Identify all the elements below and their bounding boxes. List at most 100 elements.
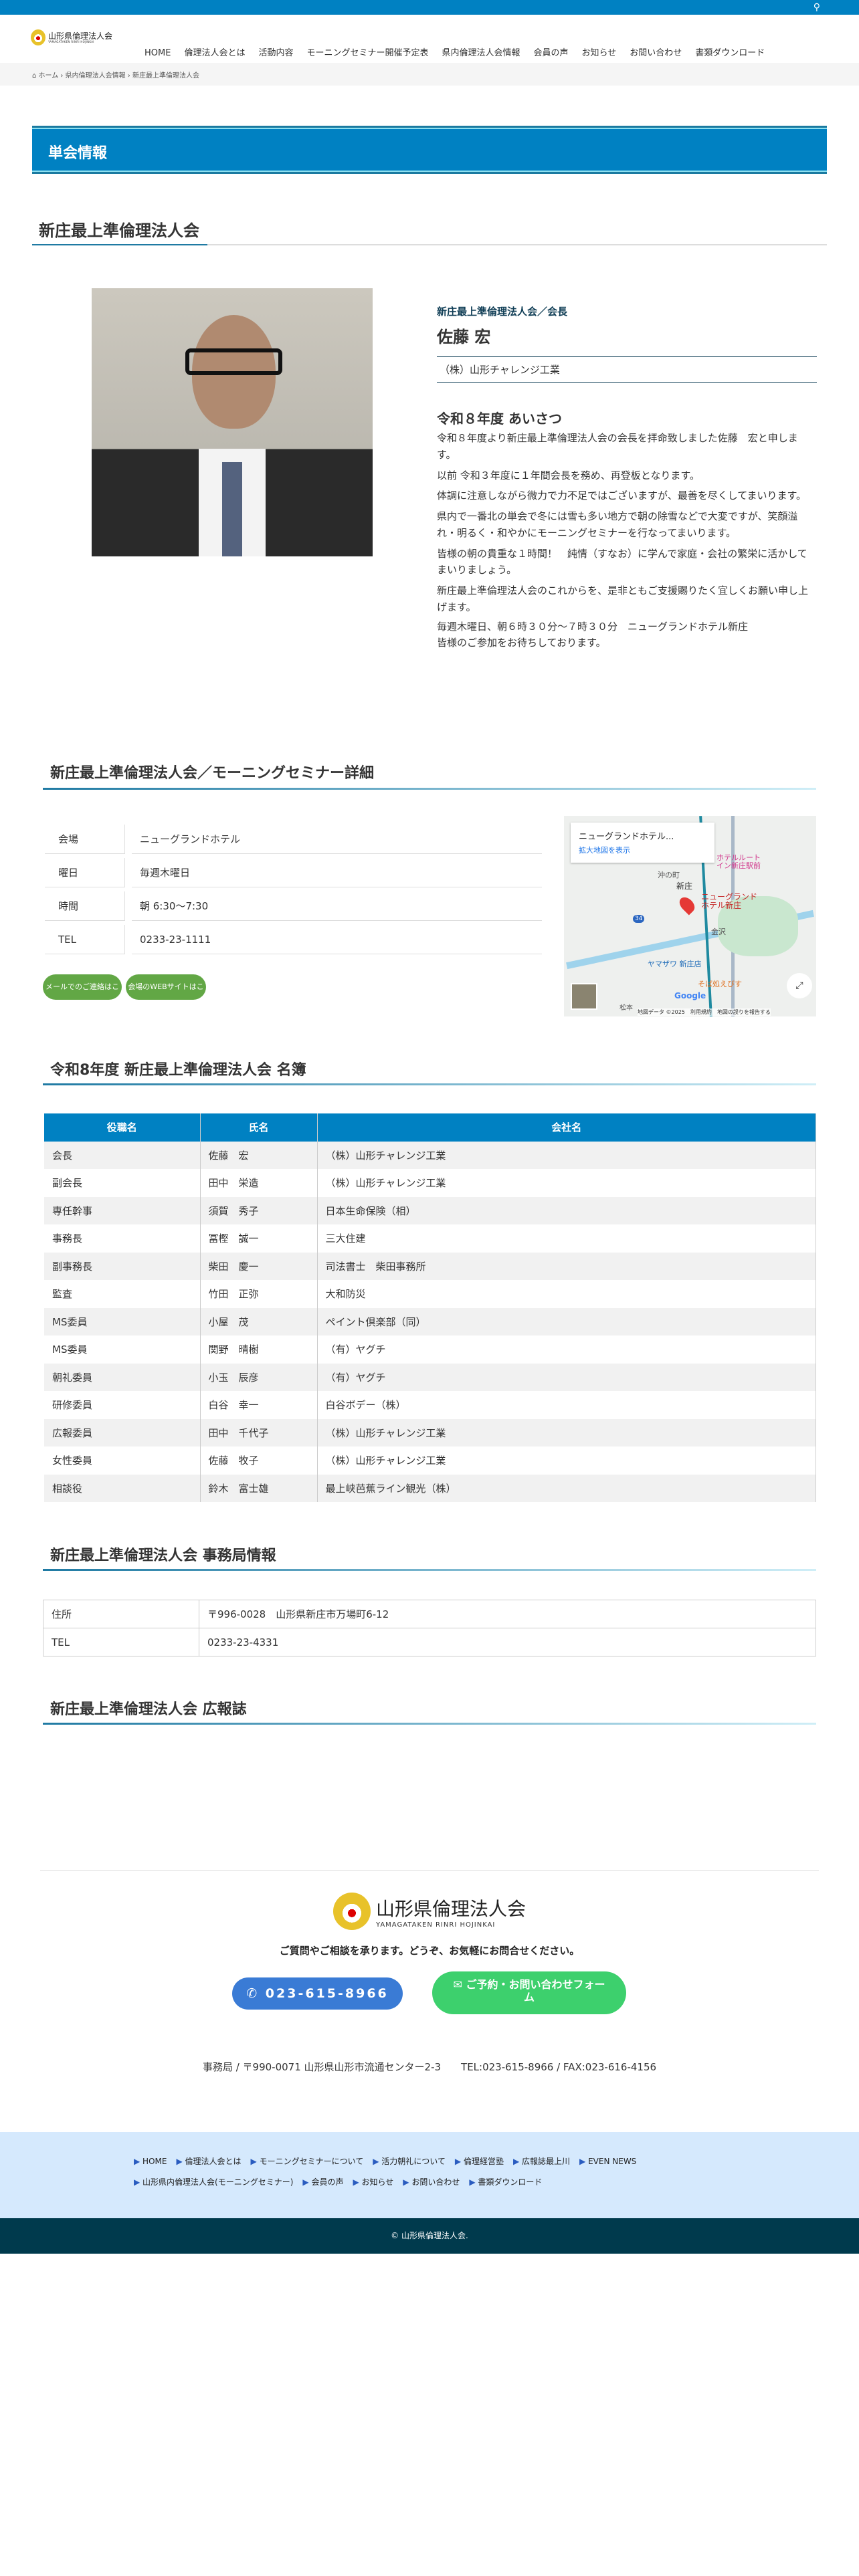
- breadcrumb-prefecture[interactable]: 県内倫理法人会情報: [66, 72, 126, 80]
- cell-name: 小屋 茂: [200, 1307, 318, 1335]
- footer-nav-link[interactable]: ▶ 倫理法人会とは: [176, 2157, 241, 2166]
- footer-logo-subtext: YAMAGATAKEN RINRI HOJINKAI: [376, 1921, 496, 1929]
- magazine-title: 新庄最上準倫理法人会 広報誌: [50, 1701, 247, 1718]
- footer-nav-link[interactable]: ▶ HOME: [134, 2157, 167, 2166]
- contact-form-button[interactable]: ✉ ご予約・お問い合わせフォーム: [432, 1971, 626, 2014]
- triangle-right-icon: ▶: [512, 2157, 522, 2166]
- footer-nav-link[interactable]: ▶ 書類ダウンロード: [469, 2177, 542, 2187]
- triangle-right-icon: ▶: [353, 2177, 362, 2187]
- footer-nav-link[interactable]: ▶ モーニングセミナーについて: [251, 2157, 364, 2166]
- emblem-icon: [31, 29, 45, 45]
- cell-company: （株）山形チャレンジ工業: [317, 1418, 816, 1446]
- phone-icon: ✆: [246, 1986, 260, 2001]
- column-header: 氏名: [200, 1113, 318, 1142]
- footer-nav-label: 活力朝礼について: [381, 2157, 446, 2166]
- cell-name: 竹田 正弥: [200, 1280, 318, 1308]
- footer-nav-link[interactable]: ▶ EVEN NEWS: [579, 2157, 636, 2166]
- footer-nav-link[interactable]: ▶ 山形県内倫理法人会(モーニングセミナー): [134, 2177, 293, 2187]
- cell-name: 佐藤 牧子: [200, 1446, 318, 1475]
- logo-text: 山形県倫理法人会: [48, 31, 113, 41]
- office-label: TEL: [43, 1628, 199, 1656]
- triangle-right-icon: ▶: [403, 2177, 412, 2187]
- greeting-paragraph: 皆様の朝の貴重な１時間！ 純情（すなお）に学んで家庭・会社の繁栄に活かしてまいり…: [437, 547, 807, 576]
- seminar-value: 朝 6:30〜7:30: [132, 891, 542, 921]
- cell-role: MS委員: [44, 1307, 201, 1335]
- table-row: 女性委員 佐藤 牧子 （株）山形チャレンジ工業: [44, 1446, 816, 1475]
- cell-name: 関野 晴樹: [200, 1335, 318, 1364]
- cell-role: 専任幹事: [44, 1196, 201, 1224]
- president-role: 新庄最上準倫理法人会／会長: [437, 306, 568, 318]
- google-map[interactable]: ニューグランドホテル... 拡大地図を表示 沖の町 新庄 ニューグランド ホテル…: [564, 816, 816, 1016]
- site-logo[interactable]: 山形県倫理法人会 YAMAGATAKEN RINRI HOJINKAI: [31, 29, 112, 45]
- seminar-label: 時間: [45, 891, 125, 921]
- email-contact-button[interactable]: メールでのご連絡はこちら: [43, 974, 122, 1016]
- map-marker-icon[interactable]: [676, 894, 698, 916]
- divider: [40, 1870, 819, 1871]
- cell-company: 三大住建: [317, 1224, 816, 1253]
- cell-name: 小玉 辰彦: [200, 1363, 318, 1391]
- footer-nav-label: お問い合わせ: [411, 2177, 460, 2187]
- map-label: 松本: [619, 1004, 633, 1012]
- map-terms-link[interactable]: 利用規約: [690, 1009, 712, 1015]
- cell-role: 研修委員: [44, 1391, 201, 1419]
- map-report-link[interactable]: 地図の誤りを報告する: [717, 1009, 771, 1015]
- cell-company: （株）山形チャレンジ工業: [317, 1169, 816, 1197]
- table-row: 副事務長 柴田 慶一 司法書士 柴田事務所: [44, 1252, 816, 1280]
- president-name: 佐藤 宏: [437, 328, 491, 346]
- cell-name: 白谷 幸一: [200, 1391, 318, 1419]
- table-row: 専任幹事 須賀 秀子 日本生命保険（相）: [44, 1196, 816, 1224]
- fullscreen-icon[interactable]: ⤢: [787, 973, 812, 998]
- footer-nav-link[interactable]: ▶ 倫理経営塾: [455, 2157, 504, 2166]
- cell-role: 朝礼委員: [44, 1363, 201, 1391]
- footer-nav-link[interactable]: ▶ お知らせ: [353, 2177, 393, 2187]
- cell-company: 大和防災: [317, 1280, 816, 1308]
- seminar-value: ニューグランドホテル: [132, 825, 542, 854]
- breadcrumb-home[interactable]: ホーム: [39, 72, 59, 80]
- map-credit: 地図データ ©2025: [638, 1009, 685, 1015]
- cell-name: 須賀 秀子: [200, 1196, 318, 1224]
- cell-role: MS委員: [44, 1335, 201, 1364]
- route-shield: 34: [633, 915, 645, 923]
- column-header: 役職名: [44, 1113, 201, 1142]
- map-label: ホテルルート イン新庄駅前: [717, 853, 761, 871]
- footer-nav-link[interactable]: ▶ 活力朝礼について: [373, 2157, 446, 2166]
- page-title: 単会情報: [32, 126, 827, 174]
- greeting-paragraph: 新庄最上準倫理法人会のこれからを、是非ともご支援賜りたく宜しくお願い申し上げます…: [437, 584, 809, 613]
- footer-nav-row: ▶ HOME ▶ 倫理法人会とは ▶ モーニングセミナーについて ▶ 活力朝礼について…: [134, 2155, 859, 2167]
- top-bar: ⚲: [0, 0, 859, 15]
- venue-website-button[interactable]: 会場のWEBサイトはこちら: [126, 974, 206, 1016]
- footer-logo: 山形県倫理法人会 YAMAGATAKEN RINRI HOJINKAI: [333, 1893, 526, 1930]
- map-label: そば処えびす: [698, 980, 742, 988]
- satellite-toggle[interactable]: [571, 983, 597, 1010]
- seminar-row: 会場 ニューグランドホテル: [45, 823, 542, 856]
- seminar-label: TEL: [45, 925, 125, 954]
- search-icon[interactable]: ⚲: [814, 2, 820, 13]
- mail-icon: ✉: [453, 1978, 462, 1991]
- copyright: © 山形県倫理法人会.: [0, 2218, 859, 2254]
- footer-nav-link[interactable]: ▶ 広報誌最上川: [513, 2157, 570, 2166]
- column-header: 会社名: [317, 1113, 816, 1142]
- greeting-body: 令和８年度より新庄最上準倫理法人会の会長を拝命致しました佐藤 宏と申します。以前…: [437, 430, 817, 651]
- table-row: TEL 0233-23-4331: [43, 1628, 816, 1656]
- cell-role: 広報委員: [44, 1418, 201, 1446]
- footer-nav-label: 広報誌最上川: [522, 2157, 571, 2166]
- cell-company: ペイント倶楽部（同）: [317, 1307, 816, 1335]
- cell-role: 監査: [44, 1280, 201, 1308]
- footer-nav-link[interactable]: ▶ お問い合わせ: [403, 2177, 460, 2187]
- phone-button[interactable]: ✆ 023-615-8966: [232, 1977, 403, 2010]
- footer-nav-label: 書類ダウンロード: [478, 2177, 543, 2187]
- greeting-paragraph: 令和８年度より新庄最上準倫理法人会の会長を拝命致しました佐藤 宏と申します。: [437, 432, 798, 461]
- president-photo: [92, 288, 373, 556]
- office-title: 新庄最上準倫理法人会 事務局情報: [50, 1547, 276, 1564]
- site-header: 山形県倫理法人会 YAMAGATAKEN RINRI HOJINKAI HOME 倫…: [0, 15, 859, 63]
- triangle-right-icon: ▶: [579, 2157, 589, 2166]
- footer-nav-link[interactable]: ▶ 会員の声: [302, 2177, 343, 2187]
- seminar-row: 曜日 毎週木曜日: [45, 856, 542, 889]
- table-row: MS委員 関野 晴樹 （有）ヤグチ: [44, 1335, 816, 1364]
- office-address: 事務局 / 〒990-0071 山形県山形市流通センター2-3 TEL:023-…: [202, 2061, 657, 2073]
- cell-role: 副事務長: [44, 1252, 201, 1280]
- cell-role: 事務長: [44, 1224, 201, 1253]
- greeting-paragraph: 以前 令和３年度に１年間会長を務め、再登板となります。: [437, 469, 700, 481]
- office-table: 住所 〒996-0028 山形県新庄市万場町6-12 TEL 0233-23-4331: [43, 1600, 816, 1656]
- map-enlarge-link[interactable]: 拡大地図を表示: [579, 845, 706, 855]
